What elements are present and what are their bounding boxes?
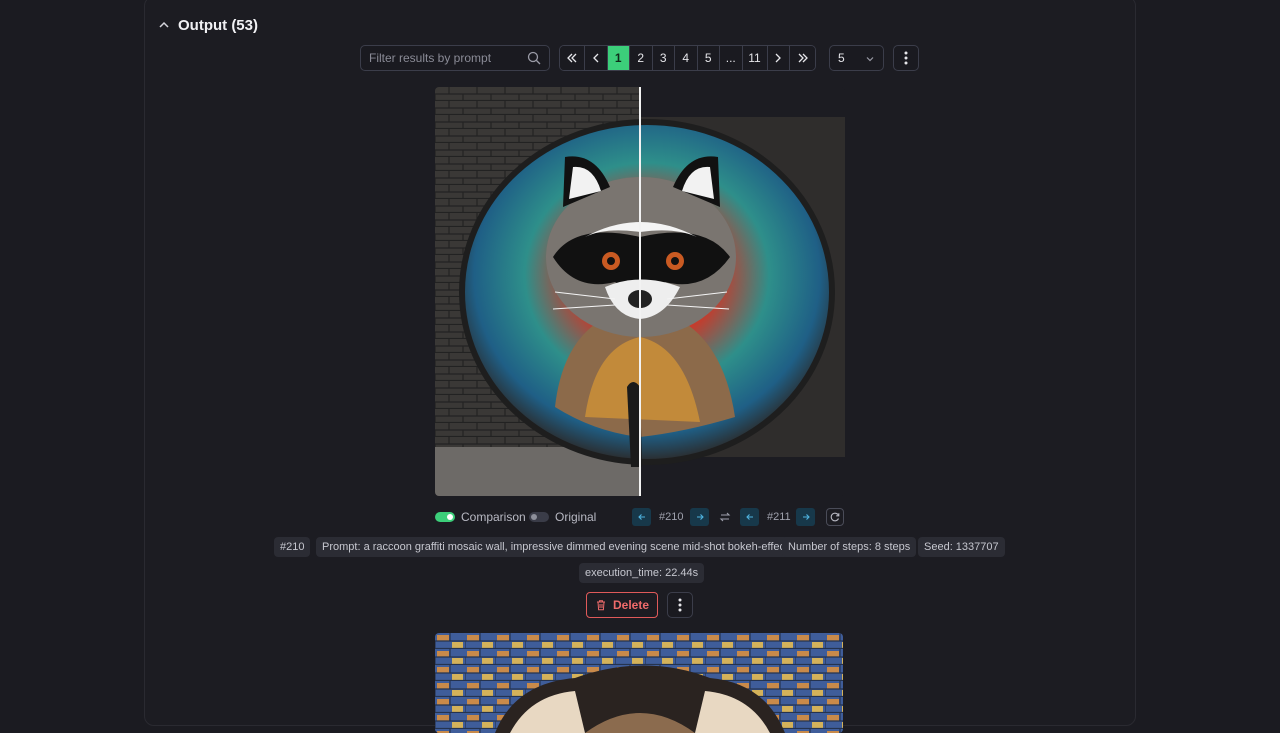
toggle-knob <box>531 514 537 520</box>
first-page-button[interactable] <box>560 46 585 70</box>
comparison-toggle[interactable] <box>435 512 455 522</box>
right-prev-button[interactable] <box>740 508 759 526</box>
refresh-icon <box>830 512 840 522</box>
page-button-1[interactable]: 1 <box>607 46 630 70</box>
arrow-right-icon <box>696 514 704 520</box>
page-button-3[interactable]: 3 <box>652 46 675 70</box>
tag-seed: Seed: 1337707 <box>918 537 1005 557</box>
toggle-knob <box>447 514 453 520</box>
swap-icon[interactable] <box>719 511 731 523</box>
original-toggle[interactable] <box>529 512 549 522</box>
comparison-image[interactable] <box>435 87 845 496</box>
prev-page-button[interactable] <box>585 46 608 70</box>
pagination: 1 2 3 4 5 ... 11 <box>559 45 816 71</box>
page-button-5[interactable]: 5 <box>697 46 720 70</box>
search-input[interactable] <box>369 51 519 65</box>
page-ellipsis: ... <box>720 46 743 70</box>
tag-steps: Number of steps: 8 steps <box>782 537 917 557</box>
comparison-label: Comparison <box>461 510 526 524</box>
search-icon <box>527 51 541 65</box>
arrow-right-icon <box>802 514 810 520</box>
result-menu-button[interactable] <box>667 592 693 618</box>
original-label: Original <box>555 510 597 524</box>
chevron-right-icon <box>775 53 782 63</box>
chevron-down-icon <box>866 57 874 62</box>
double-chevron-left-icon <box>567 53 577 63</box>
tag-prompt: Prompt: a raccoon graffiti mosaic wall, … <box>316 537 795 557</box>
next-result-image[interactable] <box>435 633 843 733</box>
left-prev-button[interactable] <box>632 508 651 526</box>
arrow-left-icon <box>637 514 645 520</box>
delete-button[interactable]: Delete <box>586 592 658 618</box>
section-header[interactable]: Output (53) <box>158 14 258 36</box>
tag-id: #210 <box>274 537 311 557</box>
page-button-11[interactable]: 11 <box>742 46 768 70</box>
output-menu-button[interactable] <box>893 45 919 71</box>
left-next-button[interactable] <box>690 508 709 526</box>
page-button-2[interactable]: 2 <box>630 46 653 70</box>
arrow-left-icon <box>745 514 753 520</box>
more-vertical-icon <box>678 598 682 612</box>
chevron-up-icon <box>159 21 169 28</box>
next-page-button[interactable] <box>767 46 790 70</box>
tag-execution-time: execution_time: 22.44s <box>579 563 705 583</box>
refresh-button[interactable] <box>826 508 844 526</box>
delete-label: Delete <box>612 598 650 612</box>
search-field[interactable] <box>360 45 550 71</box>
double-chevron-right-icon <box>798 53 808 63</box>
trash-icon <box>596 600 605 611</box>
page-button-4[interactable]: 4 <box>675 46 698 70</box>
section-title: Output (53) <box>178 16 258 34</box>
chevron-left-icon <box>592 53 599 63</box>
last-page-button[interactable] <box>790 46 815 70</box>
per-page-value: 5 <box>838 51 845 65</box>
right-next-button[interactable] <box>796 508 815 526</box>
per-page-select[interactable]: 5 <box>829 45 884 71</box>
right-image-id: #211 <box>767 511 791 523</box>
more-vertical-icon <box>904 51 908 65</box>
left-image-id: #210 <box>659 511 684 523</box>
